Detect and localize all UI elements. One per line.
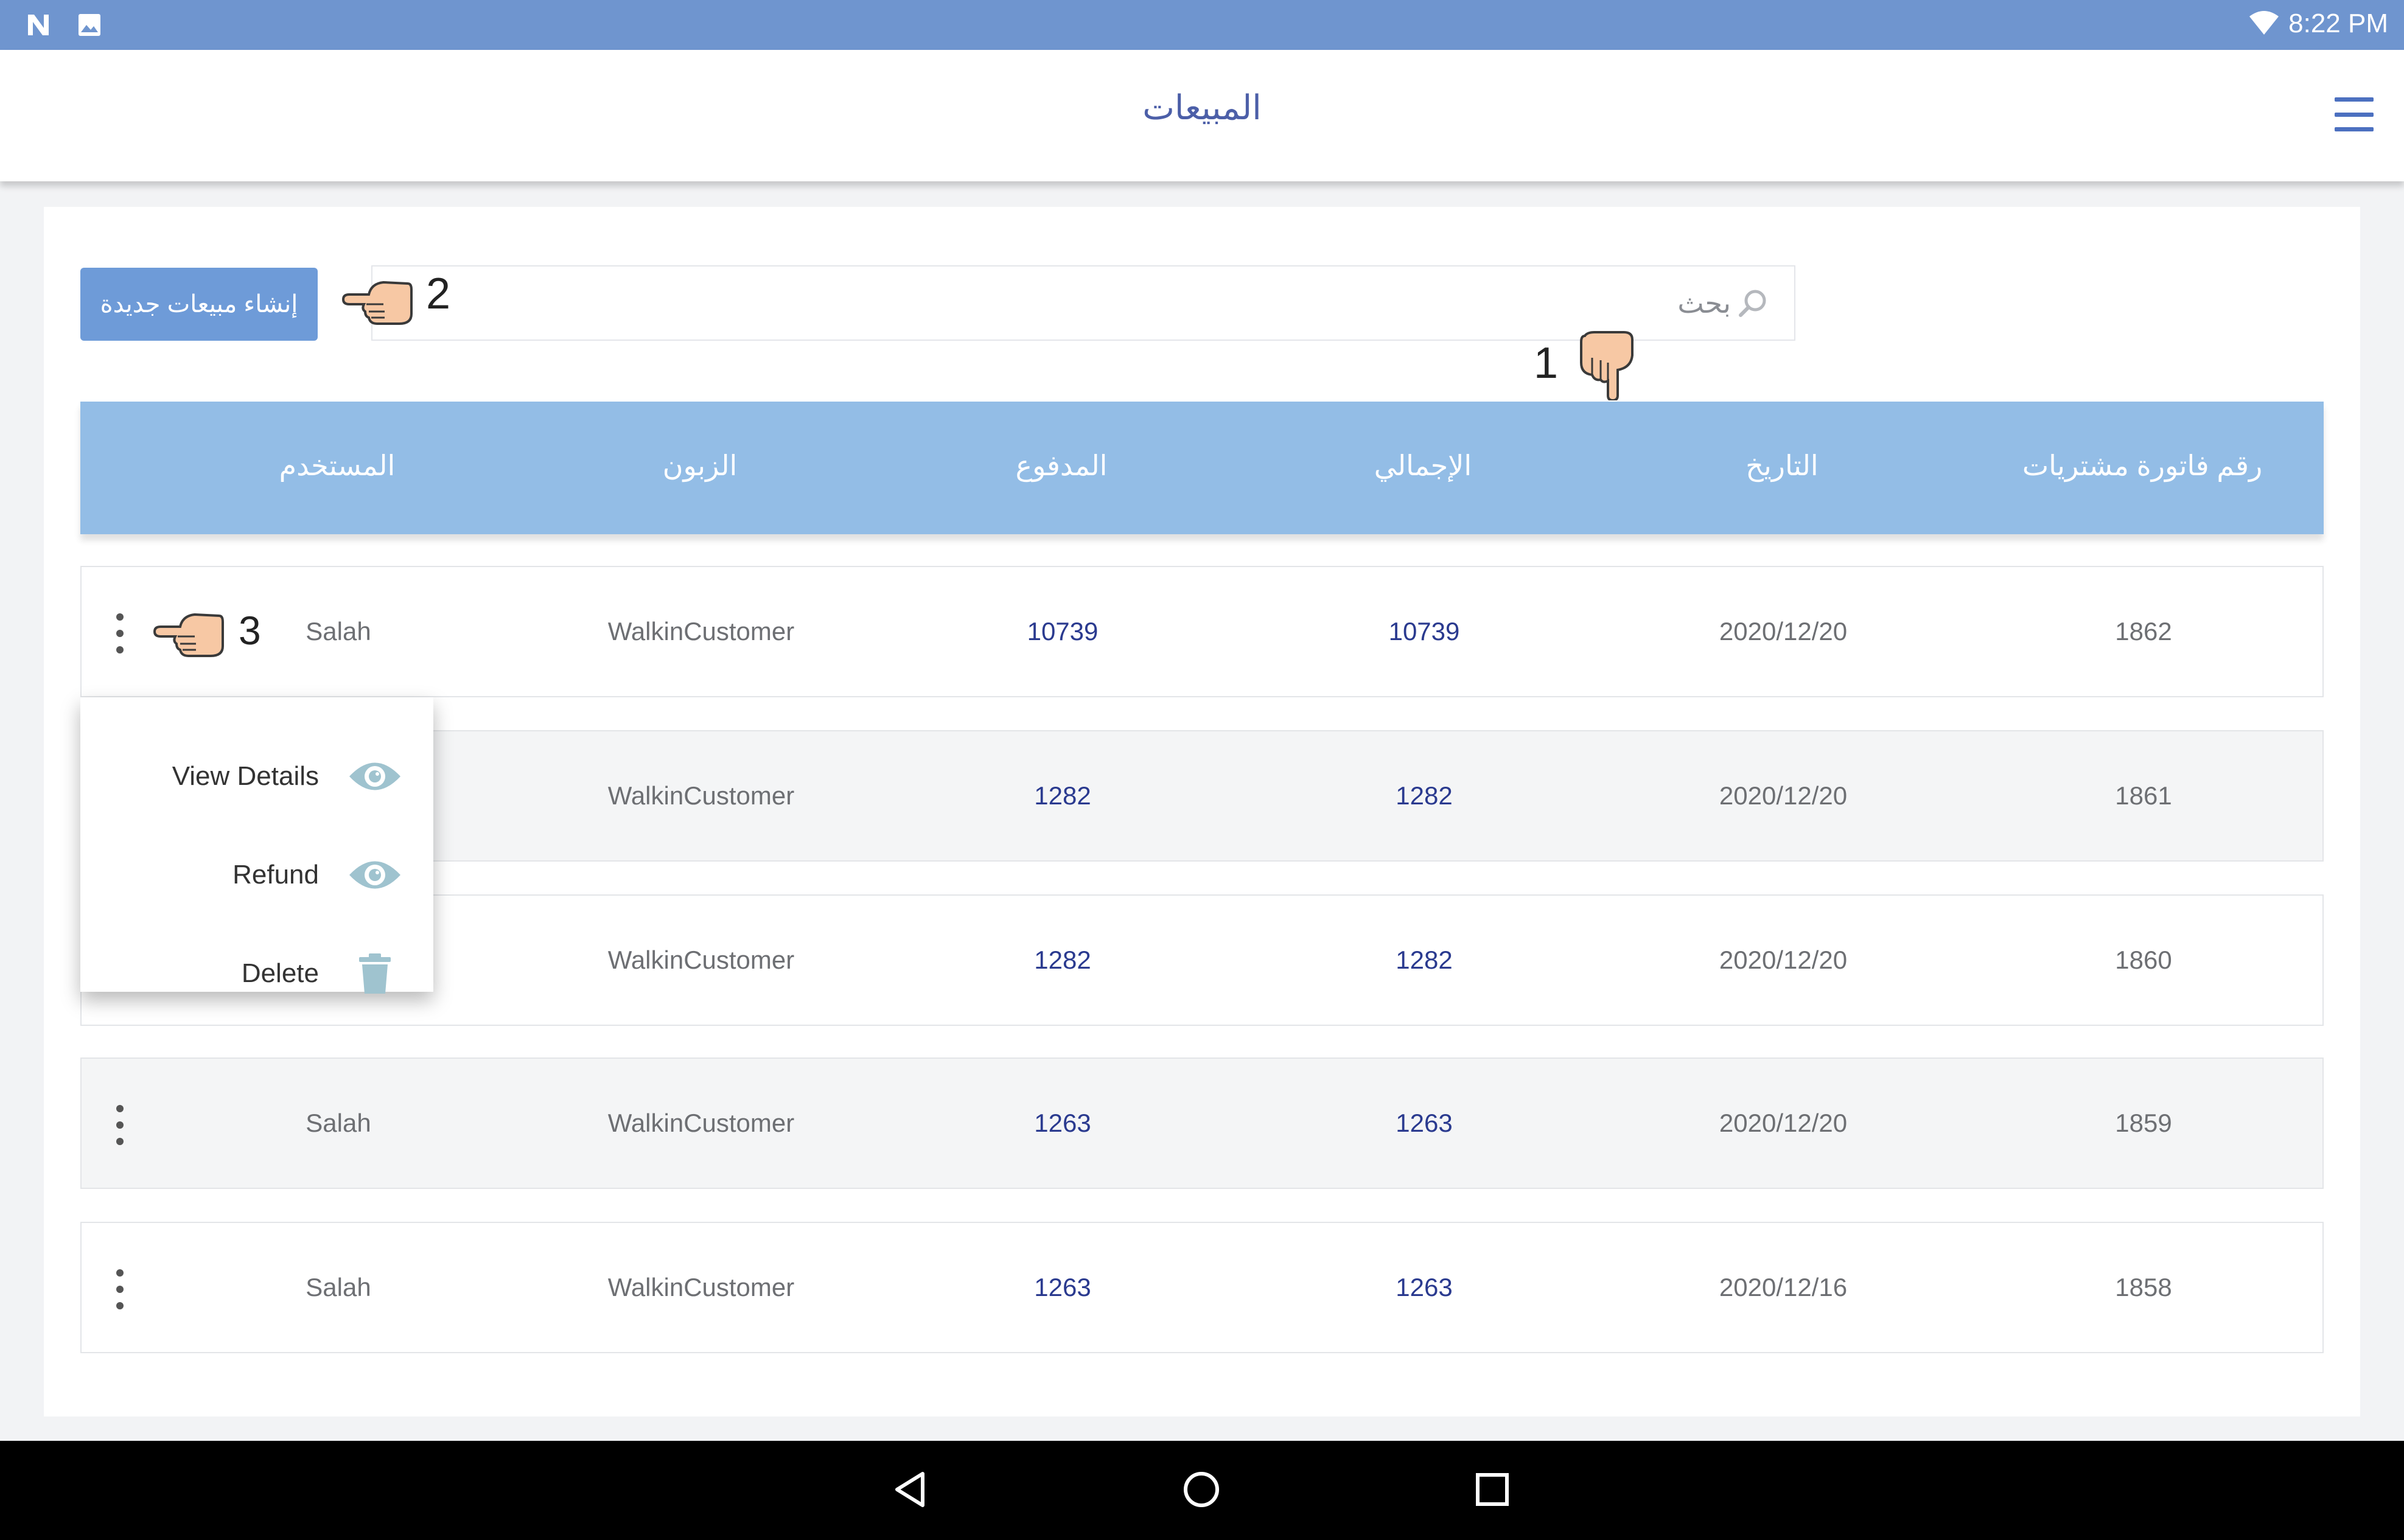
cell-user: Salah bbox=[306, 1273, 371, 1301]
cell-user: Salah bbox=[306, 1109, 371, 1137]
cell-total: 10739 bbox=[1388, 617, 1460, 646]
cell-date: 2020/12/20 bbox=[1719, 781, 1848, 810]
home-icon[interactable] bbox=[1177, 1465, 1226, 1514]
cell-date: 2020/12/20 bbox=[1719, 1109, 1848, 1137]
cell-date: 2020/12/20 bbox=[1719, 946, 1848, 974]
menu-item-delete[interactable]: Delete bbox=[242, 943, 403, 1004]
eye-icon bbox=[347, 755, 403, 798]
column-header-date[interactable]: التاريخ bbox=[1630, 449, 1934, 482]
row-actions-menu: View Details Refund Delete bbox=[80, 697, 433, 994]
trash-icon bbox=[347, 952, 403, 995]
clock: 8:22 PM bbox=[2288, 9, 2388, 38]
cell-total: 1263 bbox=[1396, 1109, 1453, 1137]
column-header-total[interactable]: الإجمالي bbox=[1271, 449, 1575, 482]
cell-date: 2020/12/16 bbox=[1719, 1273, 1848, 1301]
search-icon bbox=[1736, 286, 1770, 320]
cell-date: 2020/12/20 bbox=[1719, 617, 1848, 646]
system-nav-bar bbox=[0, 1441, 2404, 1540]
menu-item-label: Delete bbox=[241, 958, 319, 988]
menu-item-label: Refund bbox=[232, 860, 319, 890]
status-bar: 8:22 PM bbox=[0, 0, 2404, 50]
cell-total: 1263 bbox=[1396, 1273, 1453, 1301]
eye-icon bbox=[347, 854, 403, 896]
hamburger-menu-icon[interactable] bbox=[2335, 97, 2374, 131]
table-row[interactable]: 1859 2020/12/20 1263 1263 WalkinCustomer… bbox=[80, 1057, 2324, 1189]
back-icon[interactable] bbox=[886, 1465, 935, 1514]
column-header-customer[interactable]: الزبون bbox=[548, 449, 852, 482]
table-row[interactable]: 3 1862 2020/12/20 10739 10739 WalkinCust… bbox=[80, 566, 2324, 697]
table-row[interactable]: 1858 2020/12/16 1263 1263 WalkinCustomer… bbox=[80, 1222, 2324, 1353]
cell-customer: WalkinCustomer bbox=[607, 617, 795, 646]
cell-user: Salah bbox=[306, 617, 371, 646]
cell-invoice: 1860 bbox=[2115, 946, 2172, 974]
cell-total: 1282 bbox=[1396, 781, 1453, 810]
cell-paid: 1263 bbox=[1034, 1109, 1091, 1137]
more-options-icon[interactable] bbox=[111, 1105, 129, 1145]
column-header-invoice[interactable]: رقم فاتورة مشتريات bbox=[1990, 449, 2294, 482]
annotation-number: 1 bbox=[1534, 339, 1559, 388]
more-options-icon[interactable] bbox=[111, 613, 129, 653]
pointing-hand-down-icon bbox=[1576, 327, 1637, 402]
column-header-user[interactable]: المستخدم bbox=[185, 449, 489, 482]
cell-invoice: 1861 bbox=[2115, 781, 2172, 810]
annotation-number: 2 bbox=[426, 270, 451, 318]
cell-invoice: 1859 bbox=[2115, 1109, 2172, 1137]
column-header-paid[interactable]: المدفوع bbox=[909, 449, 1214, 482]
cell-total: 1282 bbox=[1396, 946, 1453, 974]
table-header: رقم فاتورة مشتريات التاريخ الإجمالي المد… bbox=[80, 402, 2324, 534]
cell-invoice: 1858 bbox=[2115, 1273, 2172, 1301]
cell-customer: WalkinCustomer bbox=[607, 1273, 795, 1301]
cell-customer: WalkinCustomer bbox=[607, 946, 795, 974]
new-sale-button[interactable]: إنشاء مبيعات جديدة bbox=[80, 268, 318, 341]
n-notification-icon bbox=[24, 11, 52, 39]
search-placeholder: بحث bbox=[1677, 287, 1731, 319]
cell-invoice: 1862 bbox=[2115, 617, 2172, 646]
menu-item-label: View Details bbox=[172, 761, 319, 791]
app-bar: المبيعات bbox=[0, 50, 2404, 181]
menu-item-refund[interactable]: Refund bbox=[232, 845, 403, 905]
cell-paid: 10739 bbox=[1027, 617, 1099, 646]
recents-icon[interactable] bbox=[1468, 1465, 1517, 1514]
wifi-icon bbox=[2248, 9, 2280, 39]
cell-customer: WalkinCustomer bbox=[607, 1109, 795, 1137]
image-notification-icon bbox=[75, 11, 103, 39]
page-title: المبيعات bbox=[1142, 88, 1262, 127]
more-options-icon[interactable] bbox=[111, 1269, 129, 1309]
cell-customer: WalkinCustomer bbox=[607, 781, 795, 810]
pointing-hand-left-icon bbox=[341, 265, 414, 332]
cell-paid: 1282 bbox=[1034, 946, 1091, 974]
cell-paid: 1282 bbox=[1034, 781, 1091, 810]
menu-item-view-details[interactable]: View Details bbox=[172, 746, 403, 807]
cell-paid: 1263 bbox=[1034, 1273, 1091, 1301]
